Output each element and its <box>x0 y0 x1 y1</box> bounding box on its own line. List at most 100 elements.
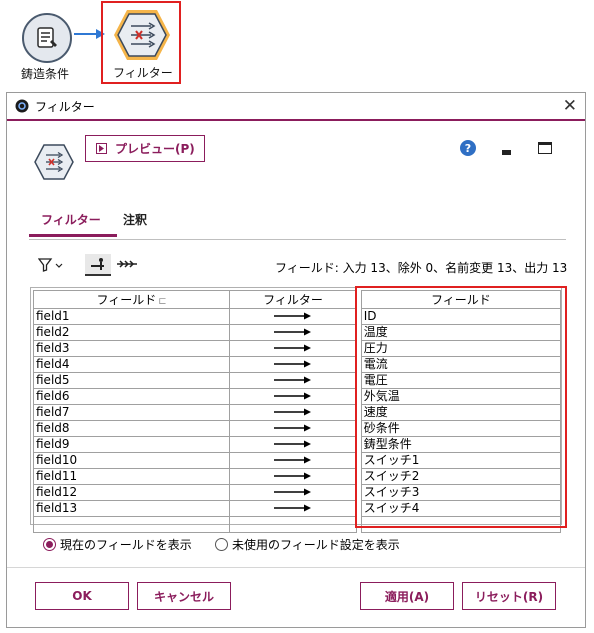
header-input-field[interactable]: フィールド ⊏ <box>32 290 231 309</box>
table-row[interactable]: field7 速度 <box>32 404 562 421</box>
filter-toggle-cell[interactable] <box>229 324 357 341</box>
arrow-right-icon <box>273 408 311 416</box>
filter-toggle-cell[interactable] <box>229 308 357 325</box>
output-field-cell[interactable]: 速度 <box>360 404 562 421</box>
table-row[interactable]: field3 圧力 <box>32 340 562 357</box>
minimize-icon[interactable] <box>502 150 511 155</box>
table-row[interactable]: field6 外気温 <box>32 388 562 405</box>
output-field-cell[interactable]: スイッチ4 <box>360 500 562 517</box>
table-row[interactable]: field1 ID <box>32 308 562 325</box>
reset-button[interactable]: リセット(R) <box>462 582 556 610</box>
output-field-cell[interactable]: 外気温 <box>360 388 562 405</box>
filter-node-label: フィルター <box>113 66 173 80</box>
filter-dialog: フィルター ✕ プレビュー(P) ? フィルター 注釈 フィールド: 入力 13… <box>6 92 586 628</box>
input-field-cell[interactable]: field5 <box>32 372 231 389</box>
input-field-cell[interactable]: field11 <box>32 468 231 485</box>
filter-toggle-cell[interactable] <box>229 500 357 517</box>
script-icon <box>37 27 57 48</box>
filter-node-icon[interactable] <box>113 8 171 62</box>
input-field-cell[interactable]: field10 <box>32 452 231 469</box>
filter-toggle-cell[interactable] <box>229 372 357 389</box>
ok-button[interactable]: OK <box>35 582 129 610</box>
radio-unused-fields[interactable]: 未使用のフィールド設定を表示 <box>215 536 400 553</box>
filter-toggle-cell[interactable] <box>229 468 357 485</box>
apply-button[interactable]: 適用(A) <box>360 582 454 610</box>
table-row[interactable]: field8 砂条件 <box>32 420 562 437</box>
table-row[interactable]: field4 電流 <box>32 356 562 373</box>
arrow-right-icon <box>273 456 311 464</box>
maximize-icon[interactable] <box>538 142 552 154</box>
input-field-cell[interactable]: field8 <box>32 420 231 437</box>
table-row[interactable]: field11 スイッチ2 <box>32 468 562 485</box>
arrow-right-icon <box>273 344 311 352</box>
filter-toggle-cell[interactable] <box>229 388 357 405</box>
arrow-right-icon <box>273 472 311 480</box>
table-row[interactable]: field10 スイッチ1 <box>32 452 562 469</box>
arrow-right-icon <box>273 424 311 432</box>
output-field-cell[interactable]: 電圧 <box>360 372 562 389</box>
tab-divider <box>29 239 566 240</box>
filter-toggle-cell[interactable] <box>229 484 357 501</box>
input-field-cell[interactable]: field7 <box>32 404 231 421</box>
input-field-cell[interactable]: field4 <box>32 356 231 373</box>
output-field-cell[interactable]: 圧力 <box>360 340 562 357</box>
title-bar: フィルター ✕ <box>7 93 585 121</box>
arrow-right-icon <box>273 392 311 400</box>
help-icon[interactable]: ? <box>460 140 476 156</box>
filter-toggle-cell[interactable] <box>229 436 357 453</box>
arrows-icon[interactable] <box>115 256 139 272</box>
preview-button[interactable]: プレビュー(P) <box>85 135 205 162</box>
output-field-cell[interactable]: 鋳型条件 <box>360 436 562 453</box>
arrow-right-icon <box>273 312 311 320</box>
table-row[interactable]: field2 温度 <box>32 324 562 341</box>
radio-current-fields[interactable]: 現在のフィールドを表示 <box>43 536 192 553</box>
input-field-cell[interactable]: field13 <box>32 500 231 517</box>
output-field-cell[interactable]: スイッチ2 <box>360 468 562 485</box>
app-icon <box>15 99 29 113</box>
filter-toggle-cell[interactable] <box>229 356 357 373</box>
filter-toggle-cell[interactable] <box>229 404 357 421</box>
tab-active-underline <box>29 234 117 237</box>
field-table: フィールド ⊏ フィルター フィールド field1 ID field2 温度 field… <box>30 287 562 533</box>
dialog-title: フィルター <box>35 99 95 114</box>
cancel-button[interactable]: キャンセル <box>137 582 231 610</box>
output-field-cell[interactable]: ID <box>360 308 562 325</box>
tab-annotation[interactable]: 注釈 <box>123 211 147 228</box>
input-field-cell[interactable]: field1 <box>32 308 231 325</box>
input-field-cell[interactable]: field2 <box>32 324 231 341</box>
output-field-cell[interactable]: 電流 <box>360 356 562 373</box>
field-op-icon[interactable] <box>85 254 111 276</box>
radio-current-indicator[interactable] <box>43 538 56 551</box>
input-field-cell[interactable]: field12 <box>32 484 231 501</box>
table-row[interactable]: field12 スイッチ3 <box>32 484 562 501</box>
output-field-cell[interactable]: スイッチ3 <box>360 484 562 501</box>
table-row-empty <box>32 516 562 533</box>
radio-current-label: 現在のフィールドを表示 <box>60 538 192 552</box>
funnel-icon[interactable] <box>38 258 64 272</box>
arrow-right-icon <box>273 328 311 336</box>
tab-filter[interactable]: フィルター <box>41 211 101 228</box>
header-filter[interactable]: フィルター <box>229 290 357 309</box>
play-icon <box>96 143 107 154</box>
filter-toggle-cell[interactable] <box>229 340 357 357</box>
radio-unused-indicator[interactable] <box>215 538 228 551</box>
input-field-cell[interactable]: field9 <box>32 436 231 453</box>
table-row[interactable]: field5 電圧 <box>32 372 562 389</box>
arrow-right-icon <box>273 504 311 512</box>
sort-icon: ⊏ <box>158 296 167 307</box>
output-field-cell[interactable]: 温度 <box>360 324 562 341</box>
input-field-cell[interactable]: field3 <box>32 340 231 357</box>
filter-toggle-cell[interactable] <box>229 420 357 437</box>
table-row[interactable]: field13 スイッチ4 <box>32 500 562 517</box>
close-icon[interactable]: ✕ <box>563 97 577 115</box>
table-row[interactable]: field9 鋳型条件 <box>32 436 562 453</box>
filter-toggle-cell[interactable] <box>229 452 357 469</box>
arrow-right-icon <box>273 488 311 496</box>
input-field-cell[interactable]: field6 <box>32 388 231 405</box>
output-field-cell[interactable]: スイッチ1 <box>360 452 562 469</box>
output-field-cell[interactable]: 砂条件 <box>360 420 562 437</box>
footer-divider <box>7 567 585 568</box>
header-output-field[interactable]: フィールド <box>360 290 562 309</box>
source-node-icon[interactable] <box>22 13 72 63</box>
arrow-right-icon <box>273 440 311 448</box>
